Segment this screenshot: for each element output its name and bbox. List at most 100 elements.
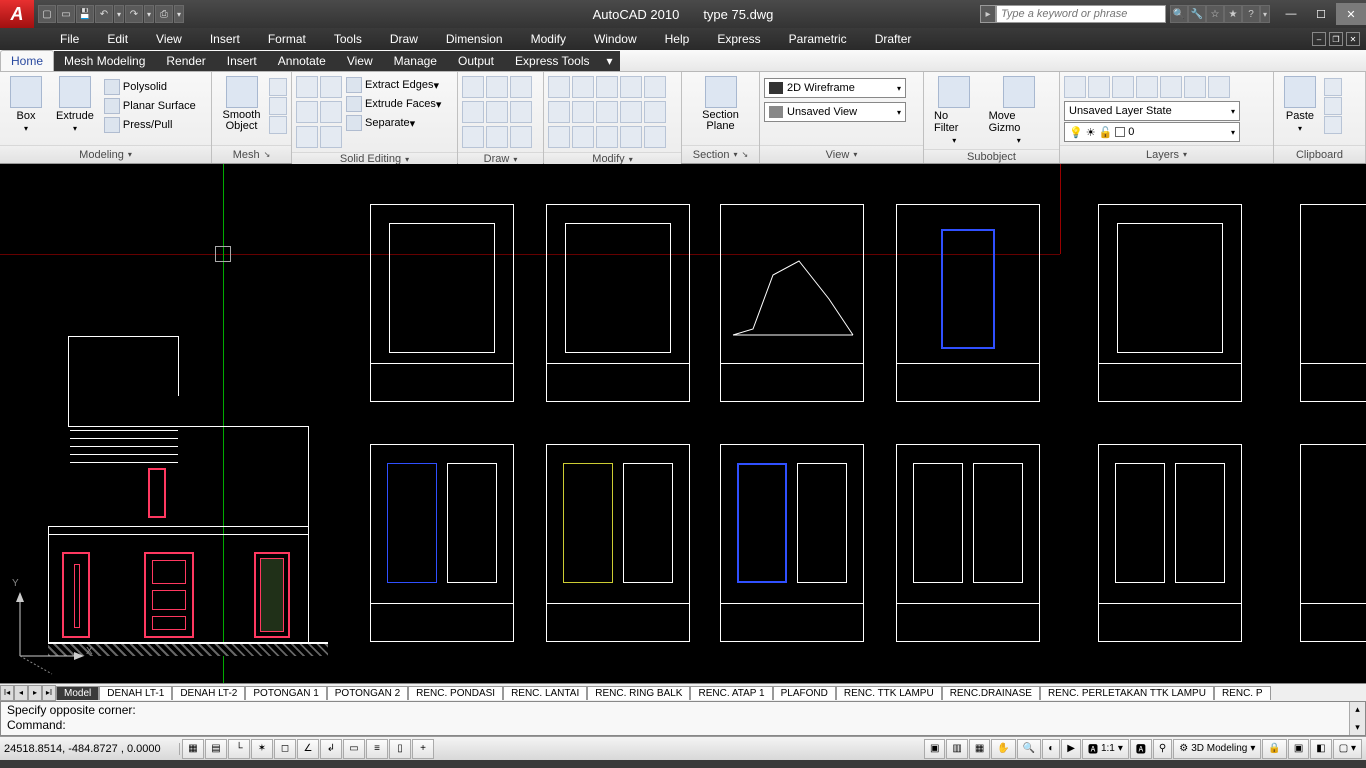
tab-mesh-modeling[interactable]: Mesh Modeling bbox=[54, 51, 156, 71]
workspace-switching[interactable]: ⚙ 3D Modeling ▾ bbox=[1173, 739, 1261, 759]
modify-icon[interactable] bbox=[644, 126, 666, 148]
current-layer-dropdown[interactable]: 💡☀🔓0▾ bbox=[1064, 122, 1240, 142]
ducs-toggle[interactable]: ↲ bbox=[320, 739, 342, 759]
modify-icon[interactable] bbox=[644, 76, 666, 98]
modify-icon[interactable] bbox=[572, 101, 594, 123]
command-prompt[interactable]: Command: bbox=[7, 718, 1359, 733]
layer-tool-icon[interactable] bbox=[1112, 76, 1134, 98]
extrude-button[interactable]: Extrude▾ bbox=[50, 74, 100, 135]
modify-icon[interactable] bbox=[548, 76, 570, 98]
mesh-tool1-icon[interactable] bbox=[269, 78, 287, 96]
layout-prev-icon[interactable]: ◂ bbox=[14, 685, 28, 701]
lwt-toggle[interactable]: ≡ bbox=[366, 739, 388, 759]
modify-icon[interactable] bbox=[572, 126, 594, 148]
qat-undo-icon[interactable]: ↶ bbox=[95, 5, 113, 23]
layout-first-icon[interactable]: I◂ bbox=[0, 685, 14, 701]
nav-pan[interactable]: ✋ bbox=[991, 739, 1015, 759]
qat-save-icon[interactable]: 💾 bbox=[76, 5, 94, 23]
modify-icon[interactable] bbox=[548, 101, 570, 123]
annotation-scale[interactable]: 🅰 1:1 ▾ bbox=[1082, 739, 1129, 759]
tab-home[interactable]: Home bbox=[0, 50, 54, 71]
modify-icon[interactable] bbox=[572, 76, 594, 98]
grid-toggle[interactable]: ▤ bbox=[205, 739, 227, 759]
se-icon[interactable] bbox=[320, 76, 342, 98]
hardware-accel[interactable]: ▣ bbox=[1288, 739, 1309, 759]
polar-toggle[interactable]: ✶ bbox=[251, 739, 273, 759]
menu-format[interactable]: Format bbox=[254, 32, 320, 46]
layout-tab-model[interactable]: Model bbox=[56, 686, 99, 700]
modify-icon[interactable] bbox=[548, 126, 570, 148]
cut-icon[interactable] bbox=[1324, 78, 1342, 96]
qat-open-icon[interactable]: ▭ bbox=[57, 5, 75, 23]
layer-tool-icon[interactable] bbox=[1184, 76, 1206, 98]
close-button[interactable]: ✕ bbox=[1336, 3, 1366, 25]
menu-dimension[interactable]: Dimension bbox=[432, 32, 517, 46]
menu-file[interactable]: File bbox=[46, 32, 93, 46]
model-paper-toggle[interactable]: ▣ bbox=[924, 739, 945, 759]
draw-icon[interactable] bbox=[510, 101, 532, 123]
nav-showmotion[interactable]: ▶ bbox=[1061, 739, 1081, 759]
tab-express-tools[interactable]: Express Tools bbox=[505, 51, 600, 71]
layout-tab[interactable]: RENC. P bbox=[1214, 686, 1271, 700]
clean-screen[interactable]: ▢ ▾ bbox=[1333, 739, 1362, 759]
modify-icon[interactable] bbox=[620, 101, 642, 123]
draw-icon[interactable] bbox=[510, 126, 532, 148]
menu-insert[interactable]: Insert bbox=[196, 32, 254, 46]
menu-window[interactable]: Window bbox=[580, 32, 651, 46]
draw-icon[interactable] bbox=[462, 76, 484, 98]
move-gizmo-button[interactable]: Move Gizmo▾ bbox=[983, 74, 1055, 147]
layer-tool-icon[interactable] bbox=[1064, 76, 1086, 98]
se-icon[interactable] bbox=[296, 126, 318, 148]
se-icon[interactable] bbox=[296, 101, 318, 123]
layout-tab[interactable]: RENC. RING BALK bbox=[587, 686, 690, 700]
doc-restore-button[interactable]: ❐ bbox=[1329, 32, 1343, 46]
box-button[interactable]: Box▾ bbox=[4, 74, 48, 135]
layer-tool-icon[interactable] bbox=[1208, 76, 1230, 98]
menu-parametric[interactable]: Parametric bbox=[775, 32, 861, 46]
modify-icon[interactable] bbox=[596, 101, 618, 123]
layout-last-icon[interactable]: ▸I bbox=[42, 685, 56, 701]
layout-tab[interactable]: POTONGAN 2 bbox=[327, 686, 408, 700]
otrack-toggle[interactable]: ∠ bbox=[297, 739, 319, 759]
tab-manage[interactable]: Manage bbox=[384, 51, 448, 71]
layout-tab[interactable]: POTONGAN 1 bbox=[245, 686, 326, 700]
layout-tab[interactable]: RENC.DRAINASE bbox=[942, 686, 1040, 700]
tab-annotate[interactable]: Annotate bbox=[268, 51, 337, 71]
dyn-toggle[interactable]: ▭ bbox=[343, 739, 365, 759]
draw-icon[interactable] bbox=[486, 101, 508, 123]
menu-drafter[interactable]: Drafter bbox=[861, 32, 926, 46]
section-plane-button[interactable]: Section Plane bbox=[686, 74, 755, 134]
separate-button[interactable]: Separate ▾ bbox=[344, 114, 443, 132]
toolbar-lock[interactable]: 🔒 bbox=[1262, 739, 1286, 759]
layout-tab[interactable]: DENAH LT-2 bbox=[172, 686, 245, 700]
layout-tab[interactable]: RENC. PERLETAKAN TTK LAMPU bbox=[1040, 686, 1214, 700]
help-icon[interactable]: ? bbox=[1242, 5, 1260, 23]
osnap-toggle[interactable]: ◻ bbox=[274, 739, 296, 759]
layout-tab[interactable]: DENAH LT-1 bbox=[99, 686, 172, 700]
annotation-visibility[interactable]: 🅰 bbox=[1130, 739, 1152, 759]
menu-modify[interactable]: Modify bbox=[517, 32, 580, 46]
visual-style-dropdown[interactable]: 2D Wireframe▾ bbox=[764, 78, 906, 98]
draw-icon[interactable] bbox=[486, 76, 508, 98]
coordinate-display[interactable]: 24518.8514, -484.8727 , 0.0000 bbox=[0, 743, 180, 755]
menu-help[interactable]: Help bbox=[651, 32, 704, 46]
doc-close-button[interactable]: ✕ bbox=[1346, 32, 1360, 46]
search-dropdown[interactable]: ▸ bbox=[980, 5, 996, 23]
doc-minimize-button[interactable]: – bbox=[1312, 32, 1326, 46]
qat-undo-dropdown[interactable]: ▾ bbox=[114, 5, 124, 23]
mesh-tool3-icon[interactable] bbox=[269, 116, 287, 134]
layout-tab[interactable]: PLAFOND bbox=[773, 686, 836, 700]
copy-icon[interactable] bbox=[1324, 97, 1342, 115]
qat-new-icon[interactable]: ▢ bbox=[38, 5, 56, 23]
modify-icon[interactable] bbox=[620, 126, 642, 148]
quick-view-drawings[interactable]: ▦ bbox=[969, 739, 990, 759]
command-scrollbar[interactable]: ▴▾ bbox=[1349, 702, 1365, 735]
tab-insert[interactable]: Insert bbox=[217, 51, 268, 71]
search-go-icon[interactable]: 🔍 bbox=[1170, 5, 1188, 23]
layer-tool-icon[interactable] bbox=[1136, 76, 1158, 98]
search-input[interactable] bbox=[996, 5, 1166, 23]
press-pull-button[interactable]: Press/Pull bbox=[102, 116, 198, 134]
paste-button[interactable]: Paste▾ bbox=[1278, 74, 1322, 135]
se-icon[interactable] bbox=[320, 101, 342, 123]
layout-tab[interactable]: RENC. ATAP 1 bbox=[690, 686, 772, 700]
